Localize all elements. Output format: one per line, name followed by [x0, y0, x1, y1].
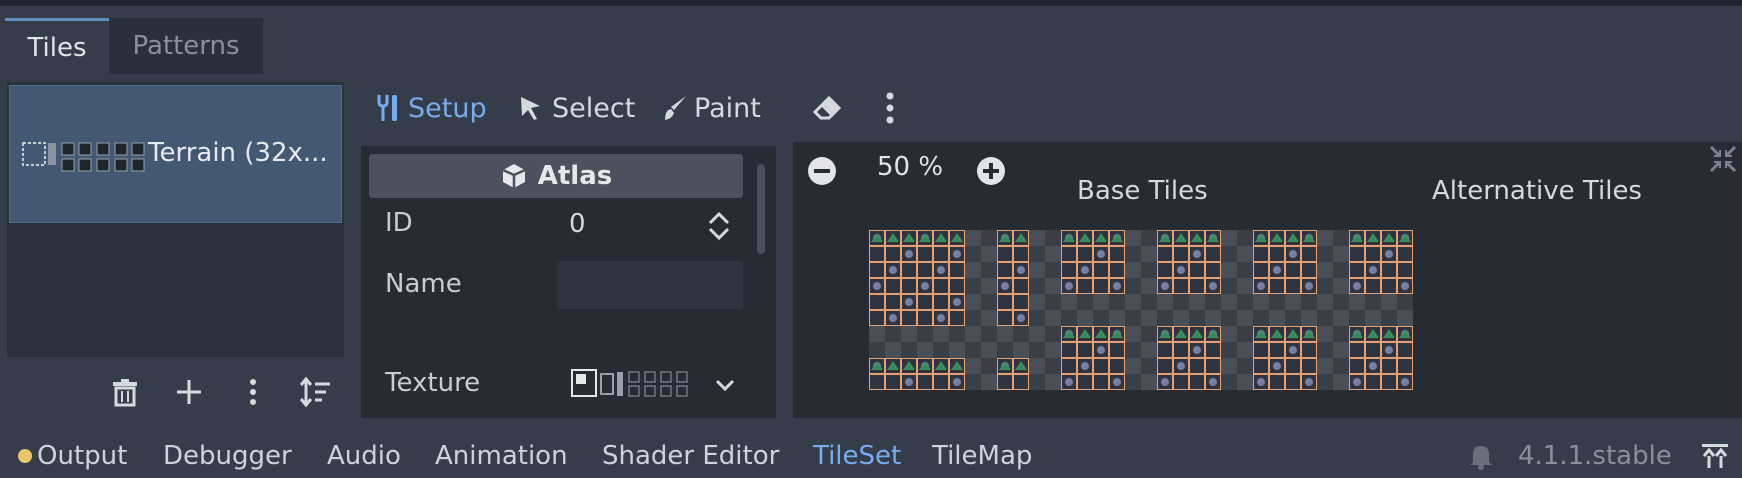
delete-source-button[interactable]: [105, 372, 145, 412]
tab-patterns[interactable]: Patterns: [109, 18, 263, 74]
source-menu-button[interactable]: [233, 372, 273, 412]
more-tools-button[interactable]: [880, 86, 900, 130]
texture-label: Texture: [385, 368, 481, 398]
version-label: 4.1.1.stable: [1518, 441, 1672, 471]
updown-arrows-icon[interactable]: [707, 211, 731, 241]
tab-output-label: Output: [37, 441, 128, 471]
atlas-inspector: Atlas ID 0 Name Texture: [361, 146, 776, 418]
zoom-out-button[interactable]: [807, 156, 837, 190]
tab-audio-label: Audio: [327, 441, 401, 471]
kebab-icon: [886, 92, 894, 124]
cursor-icon: [521, 97, 540, 120]
sort-sources-button[interactable]: [296, 372, 336, 412]
kebab-icon: [250, 379, 256, 405]
tab-debugger-label: Debugger: [163, 441, 292, 471]
tab-tilemap[interactable]: TileMap: [932, 434, 1032, 478]
sort-icon: [300, 376, 330, 408]
tab-patterns-label: Patterns: [132, 31, 240, 61]
paint-button[interactable]: Paint: [662, 86, 761, 130]
id-value: 0: [569, 209, 586, 239]
atlas-section-header[interactable]: Atlas: [369, 154, 743, 198]
brush-icon: [665, 96, 686, 120]
zoom-level[interactable]: 50 %: [877, 152, 943, 182]
center-view-button[interactable]: [1708, 144, 1738, 178]
expand-panel-button[interactable]: [1700, 442, 1730, 474]
tab-tilemap-label: TileMap: [932, 441, 1033, 471]
source-item-label: Terrain (32x...: [148, 138, 328, 168]
tab-debugger[interactable]: Debugger: [163, 434, 292, 478]
expand-panel-icon: [1702, 444, 1728, 468]
select-label: Select: [552, 92, 636, 124]
cube-icon: [502, 164, 526, 188]
inspector-scrollbar[interactable]: [757, 164, 765, 254]
setup-label: Setup: [408, 92, 487, 124]
id-spinbox[interactable]: 0: [557, 201, 743, 249]
zoom-out-icon: [808, 157, 836, 185]
center-view-icon: [1709, 145, 1737, 173]
zoom-in-icon: [977, 157, 1005, 185]
notification-bell-button[interactable]: [1467, 442, 1495, 474]
alternative-tiles-title: Alternative Tiles: [1432, 176, 1642, 206]
zoom-in-button[interactable]: [976, 156, 1006, 190]
name-field[interactable]: [557, 261, 743, 309]
base-tiles-title: Base Tiles: [1077, 176, 1208, 206]
paint-label: Paint: [694, 92, 761, 124]
tab-tiles-label: Tiles: [27, 32, 87, 63]
name-label: Name: [385, 269, 462, 299]
add-source-button[interactable]: [169, 372, 209, 412]
tab-output[interactable]: Output: [18, 434, 127, 478]
chevron-down-icon: [715, 379, 735, 392]
eraser-button[interactable]: [811, 86, 843, 130]
trash-icon: [113, 379, 137, 407]
tab-tileset-label: TileSet: [813, 441, 902, 471]
plus-icon: [177, 380, 201, 404]
wrench-icon: [377, 95, 397, 121]
texture-picker[interactable]: [571, 368, 751, 402]
bottom-panel-bar: Output Debugger Audio Animation Shader E…: [0, 434, 1742, 478]
tab-tileset[interactable]: TileSet: [813, 434, 901, 478]
eraser-icon: [812, 95, 842, 120]
output-notification-dot: [18, 449, 32, 463]
tile-atlas-grid[interactable]: [869, 230, 1415, 392]
tab-tiles[interactable]: Tiles: [5, 18, 109, 74]
tab-animation[interactable]: Animation: [435, 434, 568, 478]
source-item-terrain[interactable]: Terrain (32x...: [9, 85, 342, 223]
id-label: ID: [385, 208, 413, 238]
bell-icon: [1470, 446, 1492, 470]
setup-button[interactable]: Setup: [376, 86, 487, 130]
tab-shader-editor-label: Shader Editor: [602, 441, 780, 471]
texture-thumbnail: [571, 369, 688, 397]
tab-audio[interactable]: Audio: [327, 434, 401, 478]
tab-shader-editor[interactable]: Shader Editor: [602, 434, 779, 478]
top-strip: [0, 0, 1742, 6]
atlas-thumbnail: [22, 142, 145, 172]
tab-animation-label: Animation: [435, 441, 568, 471]
select-button[interactable]: Select: [518, 86, 635, 130]
atlas-header-label: Atlas: [537, 161, 613, 191]
tileset-tabs: Tiles Patterns: [5, 18, 263, 74]
tile-atlas-view: 50 % Base Tiles Alternative Tiles: [793, 142, 1742, 418]
tile-sources-list: Terrain (32x...: [7, 82, 344, 357]
